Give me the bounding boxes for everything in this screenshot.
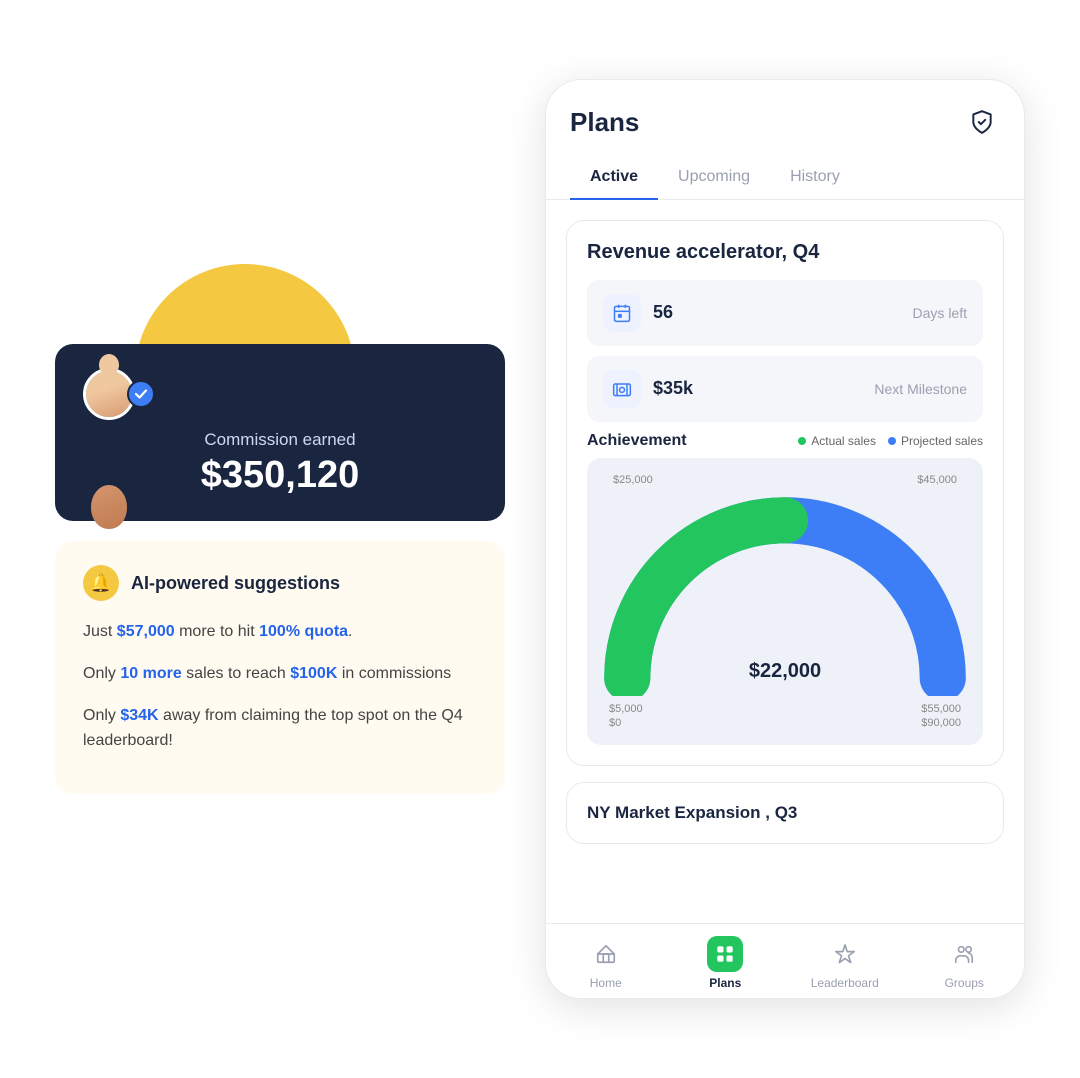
ny-card-title: NY Market Expansion , Q3 [587, 803, 983, 823]
left-panel: Commission earned $350,120 🔔 AI-powered … [55, 284, 505, 793]
legend-actual: Actual sales [798, 434, 876, 448]
highlight-57k: $57,000 [117, 623, 175, 640]
leaderboard-icon [827, 936, 863, 972]
groups-icon [946, 936, 982, 972]
highlight-100pct: 100% quota [259, 623, 348, 640]
bottom-nav: Home Plans [546, 923, 1024, 998]
days-label: Days left [913, 305, 967, 321]
gauge-svg-wrapper: $22,000 [603, 490, 967, 701]
gauge-label-0: $0 [609, 717, 643, 729]
suggestion-1: Just $57,000 more to hit 100% quota. [83, 619, 477, 645]
gauge-bottom-labels: $5,000 $0 $55,000 $90,000 [603, 703, 967, 729]
main-container: Commission earned $350,120 🔔 AI-powered … [0, 0, 1080, 1078]
ai-card: 🔔 AI-powered suggestions Just $57,000 mo… [55, 541, 505, 793]
nav-plans-label: Plans [709, 976, 741, 990]
nav-leaderboard-label: Leaderboard [811, 976, 879, 990]
nav-home-label: Home [590, 976, 622, 990]
highlight-100k: $100K [290, 665, 337, 682]
tab-history[interactable]: History [770, 156, 860, 200]
legend-actual-label: Actual sales [811, 434, 876, 448]
gauge-label-90k: $90,000 [921, 717, 961, 729]
calendar-icon [603, 294, 641, 332]
nav-leaderboard[interactable]: Leaderboard [785, 936, 905, 990]
ai-card-title: AI-powered suggestions [131, 573, 340, 594]
legend-dot-projected [888, 437, 896, 445]
milestone-value: $35k [653, 378, 874, 399]
milestone-label: Next Milestone [874, 381, 967, 397]
legend: Actual sales Projected sales [798, 434, 983, 448]
bell-icon: 🔔 [83, 565, 119, 601]
plans-icon [707, 936, 743, 972]
gauge-center-value: $22,000 [749, 660, 821, 683]
revenue-card-title: Revenue accelerator, Q4 [587, 241, 983, 264]
ai-card-header: 🔔 AI-powered suggestions [83, 565, 477, 601]
phone-header: Plans [546, 80, 1024, 140]
gauge-container: $25,000 $45,000 [587, 458, 983, 745]
legend-projected-label: Projected sales [901, 434, 983, 448]
plans-title: Plans [570, 107, 639, 138]
gauge-label-25k: $25,000 [613, 474, 653, 486]
achievement-title: Achievement [587, 432, 687, 450]
achievement-section: Achievement Actual sales Projected sales [587, 432, 983, 745]
metric-row-milestone: $35k Next Milestone [587, 356, 983, 422]
suggestion-2: Only 10 more sales to reach $100K in com… [83, 661, 477, 687]
revenue-card: Revenue accelerator, Q4 56 Days left [566, 220, 1004, 766]
legend-projected: Projected sales [888, 434, 983, 448]
highlight-10more: 10 more [120, 665, 181, 682]
verified-badge [127, 380, 155, 408]
tab-active[interactable]: Active [570, 156, 658, 200]
suggestion-3: Only $34K away from claiming the top spo… [83, 703, 477, 754]
nav-groups-label: Groups [945, 976, 984, 990]
gauge-labels-top: $25,000 $45,000 [603, 474, 967, 486]
tab-upcoming[interactable]: Upcoming [658, 156, 770, 200]
avatar-wrapper [83, 368, 477, 420]
nav-home[interactable]: Home [546, 936, 666, 990]
metric-row-days: 56 Days left [587, 280, 983, 346]
ny-card: NY Market Expansion , Q3 [566, 782, 1004, 844]
highlight-34k: $34K [120, 707, 158, 724]
gauge-label-5k: $5,000 [609, 703, 643, 715]
phone-content: Revenue accelerator, Q4 56 Days left [546, 200, 1024, 924]
nav-groups[interactable]: Groups [905, 936, 1025, 990]
nav-plans[interactable]: Plans [666, 936, 786, 990]
phone-wrapper: Plans Active Upcoming History Revenue ac… [545, 79, 1025, 999]
gauge-label-45k: $45,000 [917, 474, 957, 486]
days-value: 56 [653, 302, 913, 323]
shield-icon[interactable] [964, 104, 1000, 140]
home-icon [588, 936, 624, 972]
legend-dot-actual [798, 437, 806, 445]
commission-card: Commission earned $350,120 [55, 344, 505, 521]
tabs-bar: Active Upcoming History [546, 156, 1024, 200]
achievement-header: Achievement Actual sales Projected sales [587, 432, 983, 450]
avatar-face [86, 368, 132, 420]
gauge-label-55k: $55,000 [921, 703, 961, 715]
commission-label: Commission earned [83, 430, 477, 450]
commission-amount: $350,120 [83, 454, 477, 497]
money-icon [603, 370, 641, 408]
